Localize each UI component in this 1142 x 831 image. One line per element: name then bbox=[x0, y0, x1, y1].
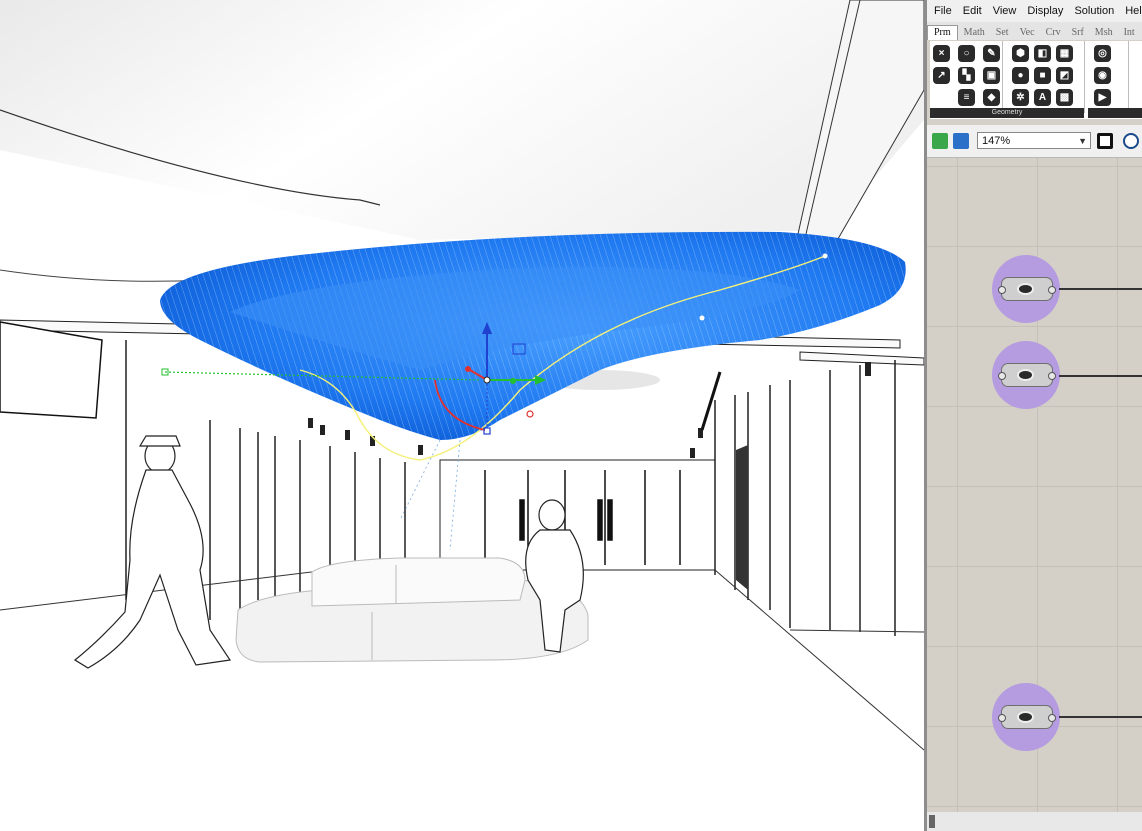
canvas-toolbar: 147% ▼ bbox=[927, 125, 1142, 158]
grasshopper-panel: File Edit View Display Solution Help Prm… bbox=[924, 0, 1142, 831]
open-file-icon[interactable] bbox=[932, 133, 948, 149]
geometry-node-1[interactable] bbox=[992, 255, 1060, 323]
play-param-icon[interactable]: ▶ bbox=[1094, 89, 1111, 106]
menu-edit[interactable]: Edit bbox=[956, 5, 986, 17]
pencil-param-icon[interactable]: ✎ bbox=[983, 45, 1000, 62]
zoom-dropdown[interactable]: 147% ▼ bbox=[977, 132, 1091, 149]
menu-file[interactable]: File bbox=[927, 5, 956, 17]
ring-param-icon[interactable]: ◎ bbox=[1094, 45, 1111, 62]
menu-view[interactable]: View bbox=[986, 5, 1021, 17]
ribbon-group-label-right bbox=[1088, 108, 1142, 118]
ribbon-group-primitive: ◎ ◉ ▶ bbox=[1088, 41, 1129, 113]
tab-srf[interactable]: Srf bbox=[1066, 27, 1089, 40]
ribbon-group-geometry: ⬢ ◧ ▦ ● ■ ◩ ✲ A ▩ bbox=[1004, 41, 1085, 113]
canvas-scrollbar[interactable] bbox=[927, 812, 1142, 831]
close-hex-icon[interactable]: × bbox=[933, 45, 950, 62]
component-ribbon: × ○ ✎ ↗ ▚ ▣ ≡ ◆ ⬢ ◧ ▦ ● ■ ◩ ✲ A ▩ Geomet… bbox=[930, 41, 1142, 119]
ellipse-param-icon[interactable]: ○ bbox=[958, 45, 975, 62]
wire-3[interactable] bbox=[1059, 716, 1142, 718]
component-tabs: Prm Math Set Vec Crv Srf Msh Int bbox=[927, 22, 1142, 40]
brush-param-icon[interactable]: ▚ bbox=[958, 67, 975, 84]
wire-1[interactable] bbox=[1059, 288, 1142, 290]
hex-param-icon[interactable]: ⬢ bbox=[1012, 45, 1029, 62]
tab-prm[interactable]: Prm bbox=[927, 25, 958, 40]
cube-param-icon[interactable]: ◧ bbox=[1034, 45, 1051, 62]
arrow-param-icon[interactable]: ↗ bbox=[933, 67, 950, 84]
surface-param-icon[interactable]: ◩ bbox=[1056, 67, 1073, 84]
menu-help[interactable]: Help bbox=[1118, 5, 1142, 17]
rhino-viewport[interactable] bbox=[0, 0, 924, 831]
tab-crv[interactable]: Crv bbox=[1040, 27, 1066, 40]
menu-solution[interactable]: Solution bbox=[1067, 5, 1118, 17]
box-param-icon[interactable]: ▣ bbox=[983, 67, 1000, 84]
zoom-extents-icon[interactable] bbox=[1097, 133, 1113, 149]
zoom-value: 147% bbox=[982, 135, 1011, 147]
sphere-param-icon[interactable]: ● bbox=[1012, 67, 1029, 84]
curve-control-point[interactable] bbox=[699, 315, 705, 321]
param-chip[interactable] bbox=[998, 363, 1056, 387]
hex-nut-geometry-icon bbox=[1017, 369, 1034, 381]
tab-int[interactable]: Int bbox=[1118, 27, 1140, 40]
tab-vec[interactable]: Vec bbox=[1014, 27, 1040, 40]
right-wall-dark-panel bbox=[736, 445, 748, 590]
menu-bar: File Edit View Display Solution Help bbox=[927, 0, 1142, 22]
wire-2[interactable] bbox=[1059, 375, 1142, 377]
viewport-scene[interactable] bbox=[0, 0, 924, 831]
scrollbar-thumb[interactable] bbox=[929, 815, 935, 828]
spiral-geometry-icon bbox=[1017, 283, 1034, 295]
geometry-node-3[interactable] bbox=[992, 683, 1060, 751]
ceiling-beam-right bbox=[799, 351, 924, 366]
grid-param-icon[interactable]: ▩ bbox=[1056, 89, 1073, 106]
text-param-icon[interactable]: A bbox=[1034, 89, 1051, 106]
ring-geometry-icon bbox=[1017, 711, 1034, 723]
block-param-icon[interactable]: ■ bbox=[1034, 67, 1051, 84]
preview-eye-icon[interactable] bbox=[1123, 133, 1139, 149]
floor-line-right bbox=[714, 569, 924, 751]
walking-person bbox=[73, 435, 232, 669]
ribbon-group-left: × ○ ✎ ↗ ▚ ▣ ≡ ◆ bbox=[930, 41, 1003, 113]
save-icon[interactable] bbox=[953, 133, 969, 149]
diamond-param-icon[interactable]: ◆ bbox=[983, 89, 1000, 106]
ribbon-group-label: Geometry bbox=[930, 108, 1084, 118]
grasshopper-canvas[interactable] bbox=[927, 158, 1142, 813]
chevron-down-icon: ▼ bbox=[1078, 136, 1087, 146]
tab-msh[interactable]: Msh bbox=[1089, 27, 1118, 40]
ceiling-mesh-sculpture[interactable] bbox=[160, 231, 906, 440]
param-chip[interactable] bbox=[998, 705, 1056, 729]
snowflake-param-icon[interactable]: ✲ bbox=[1012, 89, 1029, 106]
tab-math[interactable]: Math bbox=[958, 27, 990, 40]
ceiling-plane bbox=[0, 0, 924, 240]
param-chip[interactable] bbox=[998, 277, 1056, 301]
track-light bbox=[700, 371, 722, 431]
target-param-icon[interactable]: ◉ bbox=[1094, 67, 1111, 84]
image-param-icon[interactable]: ▦ bbox=[1056, 45, 1073, 62]
layers-param-icon[interactable]: ≡ bbox=[958, 89, 975, 106]
geometry-node-2[interactable] bbox=[992, 341, 1060, 409]
floor-line-wall bbox=[789, 629, 924, 633]
wall-screen bbox=[0, 321, 103, 419]
tab-set[interactable]: Set bbox=[990, 27, 1014, 40]
curve-end-point[interactable] bbox=[822, 253, 828, 259]
menu-display[interactable]: Display bbox=[1020, 5, 1067, 17]
